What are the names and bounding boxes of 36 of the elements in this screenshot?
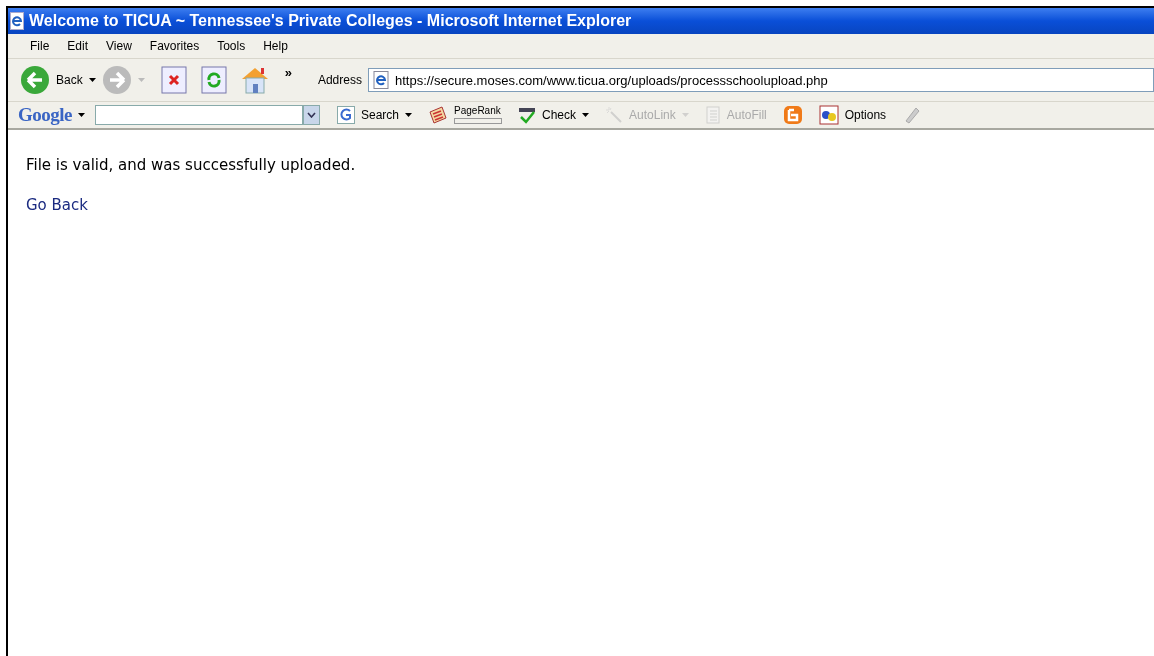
menu-item[interactable]: Edit	[59, 37, 97, 55]
menu-item[interactable]: Tools	[209, 37, 254, 55]
chevron-down-icon[interactable]	[307, 112, 316, 118]
refresh-icon[interactable]	[200, 66, 227, 94]
g-icon	[337, 106, 355, 124]
caret-icon[interactable]	[88, 78, 96, 82]
address-text: https://secure.moses.com/www.ticua.org/uploads/processschoolupload.php	[394, 72, 828, 88]
window-title: Welcome to TICUA ~ Tennessee's Private Colleges - Microsoft Internet Explorer	[29, 12, 632, 30]
caret-icon[interactable]	[405, 113, 413, 117]
stop-icon[interactable]	[160, 66, 187, 94]
menu-item[interactable]: File	[22, 37, 58, 55]
menu-item[interactable]: Favorites	[141, 37, 208, 55]
options-icon	[818, 105, 839, 125]
menu-item[interactable]: View	[98, 37, 140, 55]
more-chevron[interactable]: »	[284, 65, 292, 80]
search-field[interactable]	[95, 105, 303, 125]
pagerank-icon	[428, 106, 449, 124]
google-logo[interactable]: Google	[18, 104, 72, 126]
go-back-link[interactable]: Go Back	[26, 196, 88, 214]
dropdown-button[interactable]	[303, 105, 320, 125]
address-label: Address	[317, 73, 362, 87]
status-message: File is valid, and was successfully uploaded.	[26, 156, 357, 174]
toolbar-button[interactable]: Search	[334, 104, 416, 126]
address-field[interactable]: https://secure.moses.com/www.ticua.org/uploads/processschoolupload.php	[367, 68, 1154, 92]
magic-wand-icon	[605, 106, 624, 124]
toolbar-button[interactable]: Check	[515, 104, 593, 126]
caret-icon[interactable]	[582, 113, 590, 117]
back-label[interactable]: Back	[56, 73, 83, 87]
spellcheck-icon	[518, 106, 537, 124]
ie-page-icon	[10, 12, 24, 30]
caret-icon[interactable]	[78, 113, 85, 117]
toolbar-button[interactable]: PageRank	[425, 104, 506, 126]
form-icon	[704, 106, 721, 124]
menu-item[interactable]: Help	[255, 37, 296, 55]
ie-page-icon	[372, 71, 391, 89]
toolbar-button[interactable]: Options	[815, 103, 890, 127]
